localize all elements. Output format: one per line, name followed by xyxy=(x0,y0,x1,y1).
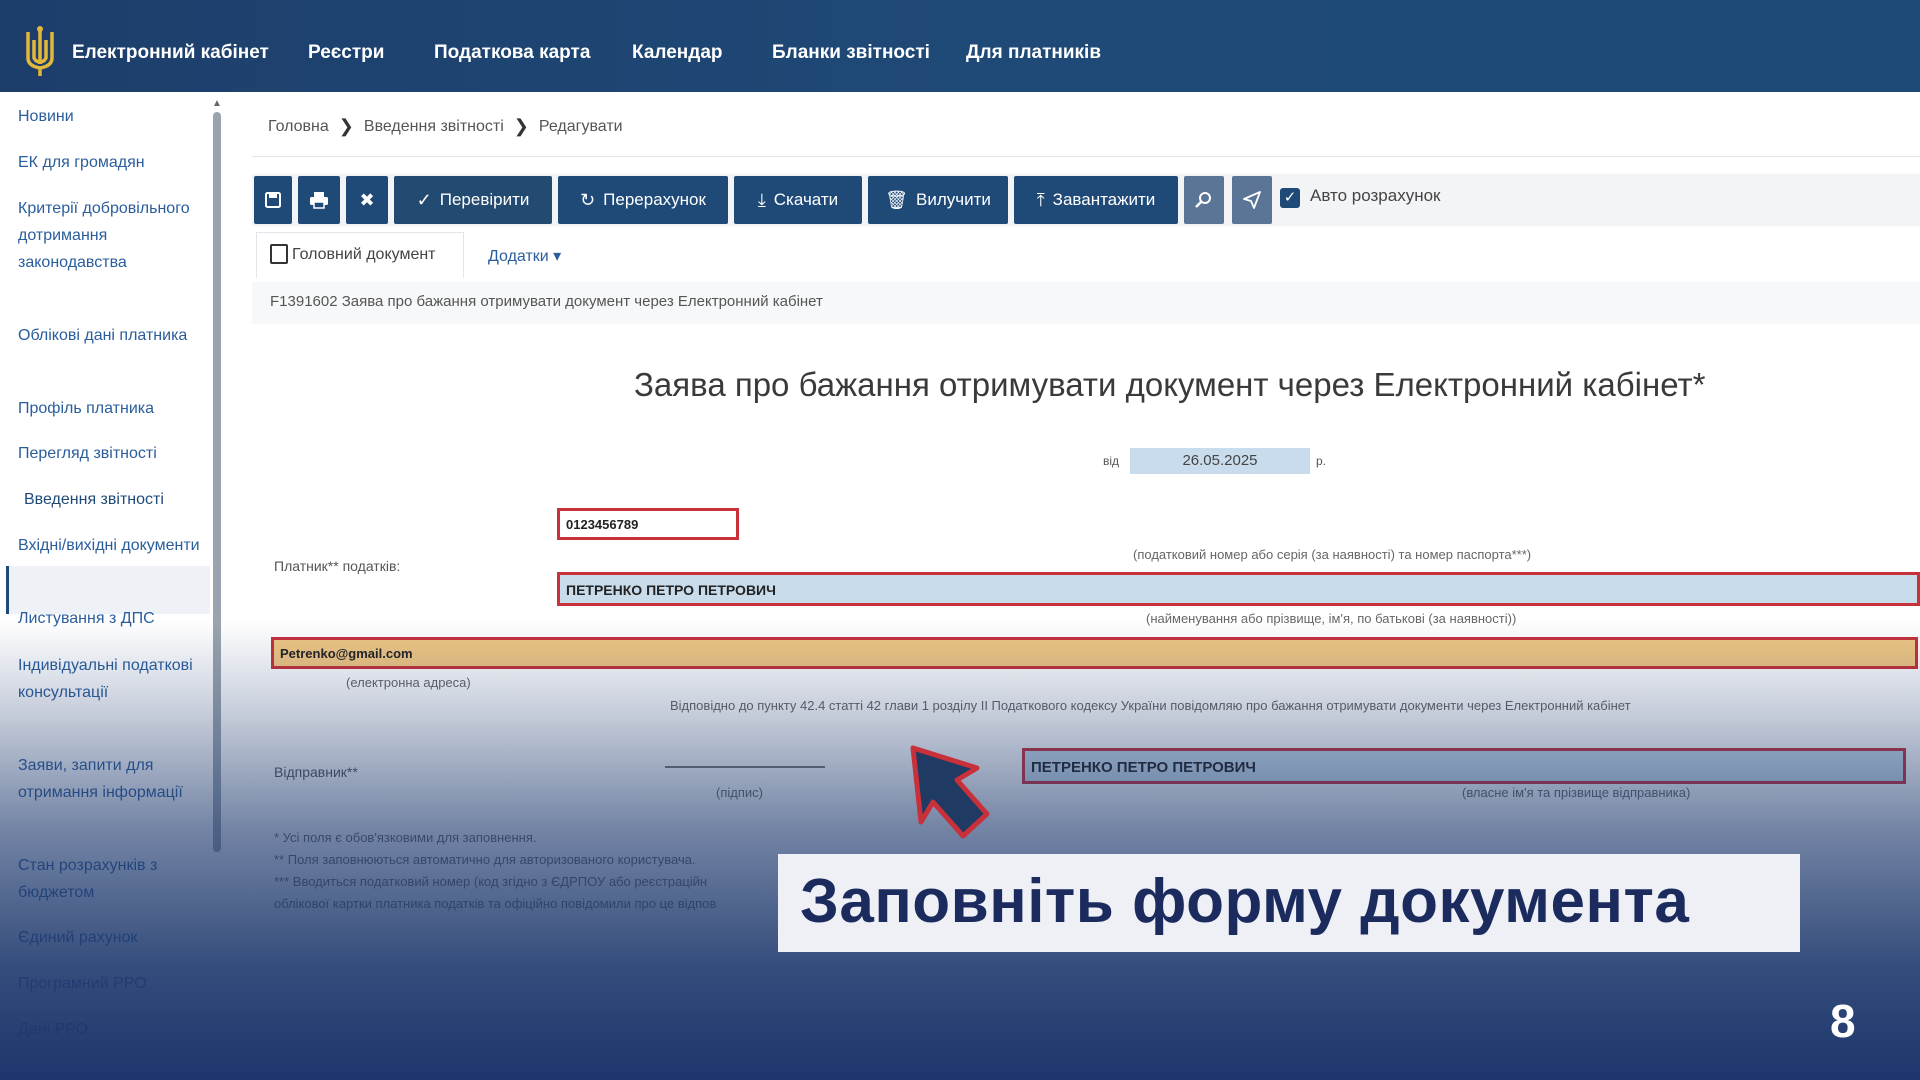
save-button[interactable] xyxy=(254,176,292,224)
chevron-right-icon: ❯ xyxy=(513,116,529,136)
tax-id-hint: (податковий номер або серія (за наявност… xyxy=(1133,547,1532,562)
sidebar-item-citizens[interactable]: ЕК для громадян xyxy=(18,149,203,176)
print-icon xyxy=(310,192,328,209)
signature-line xyxy=(665,766,825,768)
sidebar-item-news[interactable]: Новини xyxy=(18,103,203,130)
close-button[interactable]: ✖ xyxy=(346,176,388,224)
sidebar-item-consultations[interactable]: Індивідуальні податкові консультації xyxy=(18,652,203,706)
legal-statement: Відповідно до пункту 42.4 статті 42 глав… xyxy=(670,698,1631,713)
check-button[interactable]: ✓ Перевірити xyxy=(394,176,552,224)
tax-id-field[interactable]: 0123456789 xyxy=(557,508,739,540)
checkmark-icon: ✓ xyxy=(416,189,432,210)
download-button-label: Скачати xyxy=(773,190,839,209)
sidebar-item-documents[interactable]: Вхідні/вихідні документи xyxy=(18,532,203,559)
nav-report-forms[interactable]: Бланки звітності xyxy=(772,42,930,64)
sidebar-item-enter-reports[interactable]: Введення звітності xyxy=(24,486,209,513)
breadcrumb-enter-reports[interactable]: Введення звітності xyxy=(364,118,504,136)
brand-title[interactable]: Електронний кабінет xyxy=(72,42,269,64)
delete-button[interactable]: 🗑 Вилучити xyxy=(868,176,1008,224)
recalc-button-label: Перерахунок xyxy=(603,190,706,209)
date-field[interactable]: 26.05.2025 xyxy=(1130,448,1310,474)
delete-button-label: Вилучити xyxy=(915,190,991,209)
search-button[interactable] xyxy=(1184,176,1224,224)
payer-name-field[interactable]: ПЕТРЕНКО ПЕТРО ПЕТРОВИЧ xyxy=(557,572,1920,606)
document-icon xyxy=(270,244,288,264)
recalc-button[interactable]: ↻ Перерахунок xyxy=(558,176,728,224)
auto-calc-label: Авто розрахунок xyxy=(1310,186,1441,205)
breadcrumb: Головна ❯ Введення звітності ❯ Редагуват… xyxy=(268,116,623,137)
save-icon xyxy=(265,192,281,208)
send-icon xyxy=(1243,191,1261,209)
sender-name-hint: (власне ім'я та прізвище відправника) xyxy=(1462,785,1691,800)
search-icon xyxy=(1195,192,1211,208)
send-button[interactable] xyxy=(1232,176,1272,224)
nav-tax-map[interactable]: Податкова карта xyxy=(434,42,590,64)
tab-main-document-label: Головний документ xyxy=(292,246,436,263)
download-icon: ⤓ xyxy=(757,189,766,210)
caret-down-icon: ▾ xyxy=(553,248,562,265)
payer-name-hint: (найменування або прізвище, ім'я, по бат… xyxy=(1146,611,1517,626)
document-code: F1391602 Заява про бажання отримувати до… xyxy=(270,293,823,310)
footnote-1: * Усі поля є обов'язковими для заповненн… xyxy=(274,830,537,845)
form-title: Заява про бажання отримувати документ че… xyxy=(634,366,1706,403)
signature-hint: (підпис) xyxy=(716,785,763,800)
auto-calc-checkbox[interactable]: ✓ xyxy=(1280,188,1300,208)
sidebar-item-software-rro[interactable]: Програмний РРО xyxy=(18,970,203,997)
download-button[interactable]: ⤓ Скачати xyxy=(734,176,862,224)
sidebar-item-single-account[interactable]: Єдиний рахунок xyxy=(18,924,203,951)
nav-registries[interactable]: Реєстри xyxy=(308,42,384,64)
upload-icon: ⤒ xyxy=(1036,189,1045,210)
scroll-up-icon[interactable]: ▲ xyxy=(212,98,222,109)
trident-logo-icon[interactable] xyxy=(22,24,58,80)
breadcrumb-edit: Редагувати xyxy=(538,117,623,135)
trash-icon: 🗑 xyxy=(885,189,908,210)
close-icon: ✖ xyxy=(359,189,375,210)
email-field[interactable]: Petrenko@gmail.com xyxy=(271,637,1918,669)
breadcrumb-home[interactable]: Головна xyxy=(268,118,329,136)
sidebar-item-compliance[interactable]: Критерії добровільного дотримання законо… xyxy=(18,195,203,276)
refresh-icon: ↻ xyxy=(580,189,596,210)
sender-label: Відправник** xyxy=(274,764,358,780)
sender-name-field[interactable]: ПЕТРЕНКО ПЕТРО ПЕТРОВИЧ xyxy=(1022,748,1906,784)
sidebar-item-correspondence[interactable]: Листування з ДПС xyxy=(18,605,203,632)
footnote-2: ** Поля заповнюються автоматично для авт… xyxy=(274,852,696,867)
sidebar-item-view-reports[interactable]: Перегляд звітності xyxy=(18,440,203,467)
nav-calendar[interactable]: Календар xyxy=(632,42,723,64)
email-hint: (електронна адреса) xyxy=(346,675,471,690)
sidebar-item-account-data[interactable]: Облікові дані платника xyxy=(18,322,203,349)
page-number: 8 xyxy=(1830,995,1856,1047)
nav-for-payers[interactable]: Для платників xyxy=(966,42,1101,64)
upload-button[interactable]: ⤒ Завантажити xyxy=(1014,176,1178,224)
date-suffix: р. xyxy=(1316,454,1327,468)
sidebar-item-rro-data[interactable]: Дані РРО xyxy=(18,1016,203,1043)
top-navigation-bar: Електронний кабінет Реєстри Податкова ка… xyxy=(0,0,1920,92)
check-button-label: Перевірити xyxy=(439,190,530,209)
sidebar-item-profile[interactable]: Профіль платника xyxy=(18,395,203,422)
divider xyxy=(252,156,1920,157)
tab-addons-label: Додатки xyxy=(488,248,549,265)
date-prefix: від xyxy=(1103,454,1120,468)
tab-addons[interactable]: Додатки ▾ xyxy=(488,246,561,266)
print-button[interactable] xyxy=(298,176,340,224)
sidebar-item-requests[interactable]: Заяви, запити для отримання інформації xyxy=(18,752,203,806)
sidebar-item-budget-status[interactable]: Стан розрахунків з бюджетом xyxy=(18,852,203,906)
footnote-4: облікової картки платника податків та оф… xyxy=(274,896,717,911)
payer-label: Платник** податків: xyxy=(274,558,401,574)
footnote-3: *** Вводиться податковий номер (код згід… xyxy=(274,874,708,889)
upload-button-label: Завантажити xyxy=(1052,190,1156,209)
chevron-right-icon: ❯ xyxy=(338,116,354,136)
caption-text: Заповніть форму документа xyxy=(800,867,1690,936)
pointer-arrow-icon xyxy=(910,745,990,839)
sidebar-scrollbar[interactable] xyxy=(213,112,221,852)
